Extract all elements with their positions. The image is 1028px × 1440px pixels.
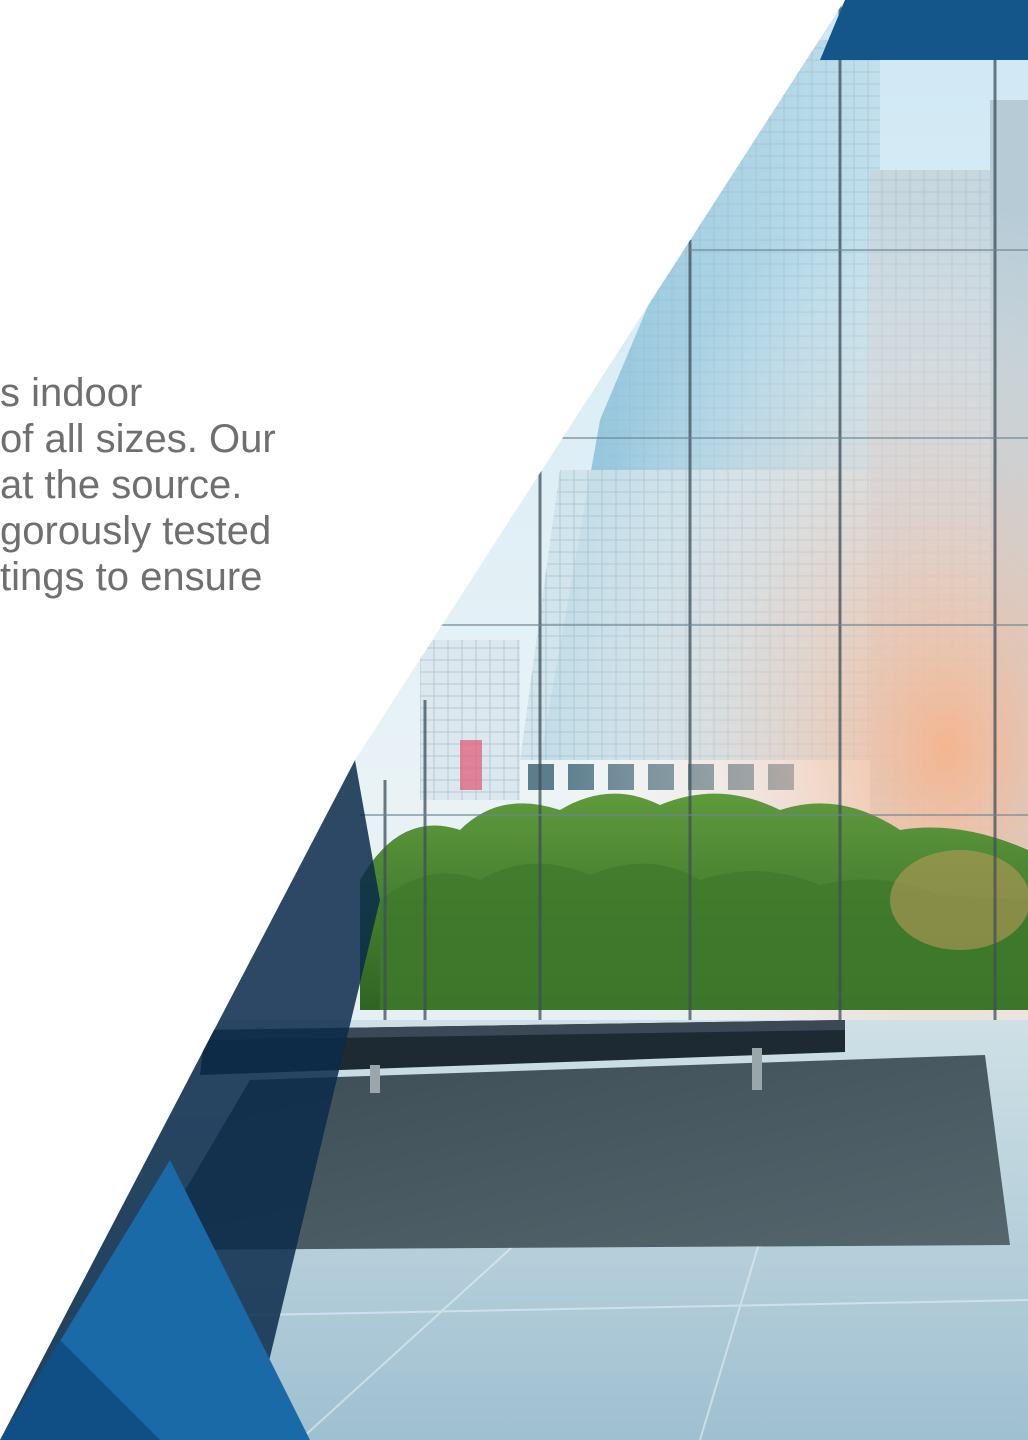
brochure-page: s indoor of all sizes. Our at the source… xyxy=(0,0,1028,1440)
lobby-photo xyxy=(0,0,1028,1440)
